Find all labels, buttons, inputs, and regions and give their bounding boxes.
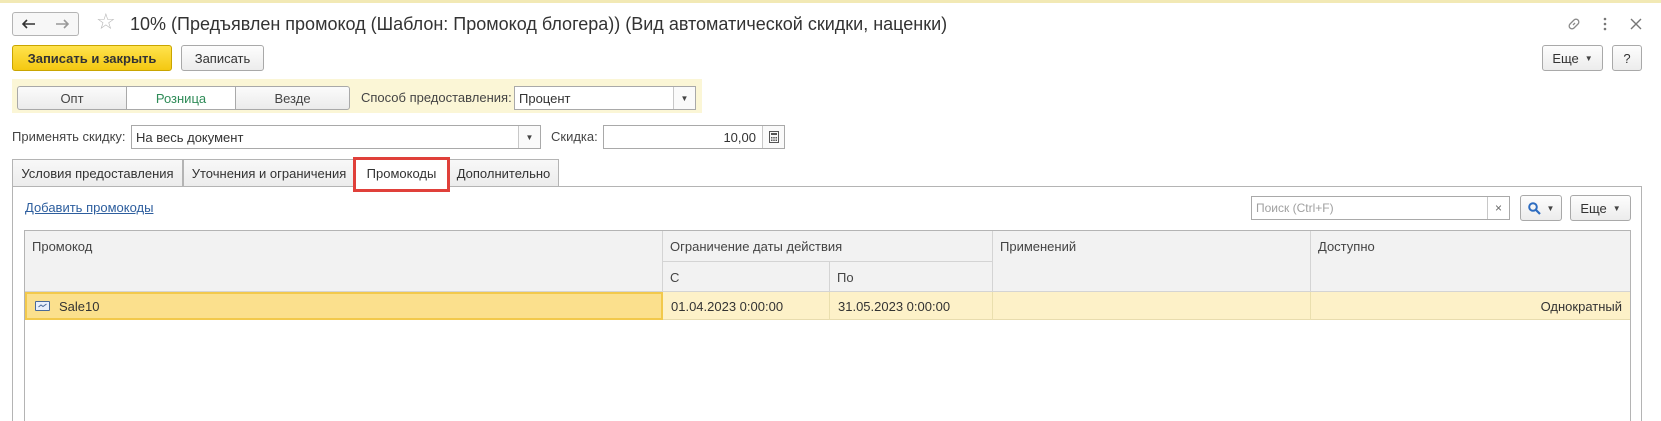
column-header-date-limit[interactable]: Ограничение даты действия <box>663 231 993 262</box>
forward-button[interactable] <box>45 12 79 36</box>
window-title: 10% (Предъявлен промокод (Шаблон: Промок… <box>130 14 948 34</box>
column-header-applications[interactable]: Применений <box>993 231 1311 292</box>
save-and-close-button[interactable]: Записать и закрыть <box>12 45 172 71</box>
link-icon[interactable] <box>1563 12 1585 36</box>
discount-value: 10,00 <box>723 129 756 145</box>
provision-method-value: Процент <box>519 90 571 106</box>
promocode-value: Sale10 <box>59 298 100 314</box>
discount-input[interactable]: 10,00 <box>603 125 785 149</box>
column-header-promocode[interactable]: Промокод <box>25 231 663 292</box>
window-top-border <box>0 0 1661 3</box>
help-button[interactable]: ? <box>1612 45 1642 71</box>
active-tab-highlight <box>353 157 450 192</box>
table-more-label: Еще <box>1580 200 1607 216</box>
save-button[interactable]: Записать <box>181 45 264 71</box>
column-header-from[interactable]: С <box>663 262 830 292</box>
table-more-button[interactable]: Еще ▼ <box>1570 195 1631 221</box>
back-button[interactable] <box>12 12 46 36</box>
close-icon[interactable] <box>1625 12 1647 36</box>
favorite-star-icon[interactable]: ☆ <box>96 10 116 34</box>
search-icon <box>1527 201 1541 215</box>
chevron-down-icon: ▼ <box>1612 203 1621 213</box>
arrow-right-icon <box>55 19 69 29</box>
apply-discount-value: На весь документ <box>136 129 244 145</box>
promocode-icon <box>35 301 50 311</box>
column-header-to[interactable]: По <box>830 262 993 292</box>
arrow-left-icon <box>22 19 35 29</box>
search-placeholder: Поиск (Ctrl+F) <box>1256 201 1334 215</box>
segment-retail[interactable]: Розница <box>126 86 236 110</box>
column-header-available[interactable]: Доступно <box>1311 231 1630 292</box>
search-button[interactable]: ▼ <box>1520 195 1562 221</box>
more-button-label: Еще <box>1552 50 1579 66</box>
cell-applications[interactable] <box>993 292 1311 320</box>
tab-additional[interactable]: Дополнительно <box>448 159 559 186</box>
segment-everywhere[interactable]: Везде <box>235 86 350 110</box>
cell-available[interactable]: Однократный <box>1311 292 1630 320</box>
add-promocodes-link[interactable]: Добавить промокоды <box>25 200 153 215</box>
tab-clarifications-restrictions[interactable]: Уточнения и ограничения <box>183 159 355 186</box>
search-input[interactable]: Поиск (Ctrl+F) × <box>1251 196 1510 220</box>
apply-discount-select[interactable]: На весь документ ▼ <box>131 125 541 149</box>
calculator-icon[interactable] <box>762 126 784 148</box>
cell-from[interactable]: 01.04.2023 0:00:00 <box>663 292 830 320</box>
apply-discount-label: Применять скидку: <box>12 129 126 144</box>
chevron-down-icon: ▼ <box>1546 203 1555 213</box>
cell-to[interactable]: 31.05.2023 0:00:00 <box>830 292 993 320</box>
provision-method-select[interactable]: Процент ▼ <box>514 86 696 110</box>
discount-label: Скидка: <box>551 129 598 144</box>
tab-provision-conditions[interactable]: Условия предоставления <box>12 159 183 186</box>
table-row[interactable]: Sale10 01.04.2023 0:00:00 31.05.2023 0:0… <box>25 292 1630 320</box>
more-actions-icon[interactable] <box>1594 12 1616 36</box>
promocodes-table[interactable]: Промокод Ограничение даты действия С По … <box>24 230 1631 421</box>
more-button[interactable]: Еще ▼ <box>1542 45 1603 71</box>
dropdown-arrow-icon[interactable]: ▼ <box>673 87 695 109</box>
chevron-down-icon: ▼ <box>1584 53 1593 63</box>
provision-method-label: Способ предоставления: <box>361 90 512 105</box>
cell-promocode[interactable]: Sale10 <box>25 292 663 320</box>
segment-wholesale[interactable]: Опт <box>17 86 127 110</box>
dropdown-arrow-icon[interactable]: ▼ <box>518 126 540 148</box>
clear-search-icon[interactable]: × <box>1487 197 1509 219</box>
